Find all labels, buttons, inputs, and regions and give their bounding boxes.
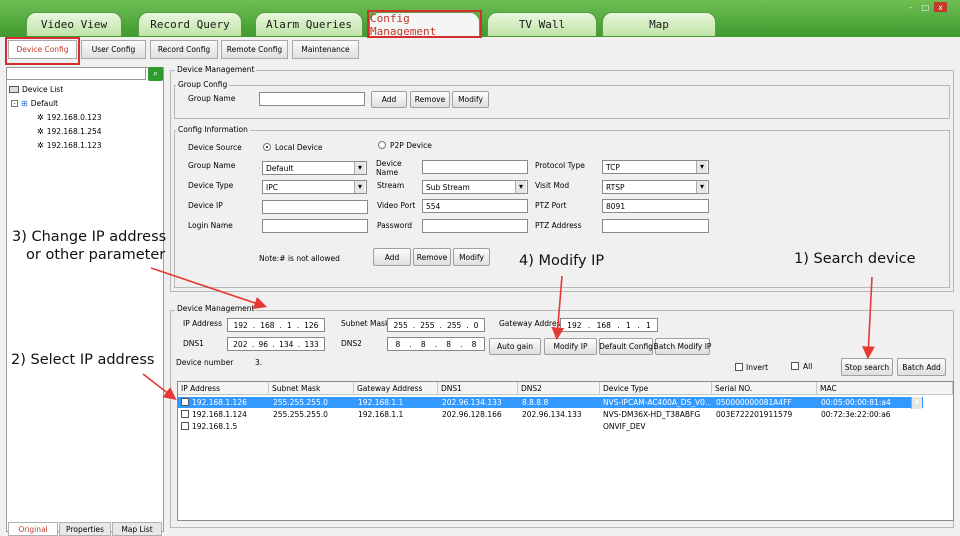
arrow-modify-ip	[551, 275, 565, 341]
annotation-select-ip: 2) Select IP address	[11, 352, 155, 368]
arrow-change-ip	[150, 267, 268, 310]
annotation-modify-ip: 4) Modify IP	[519, 253, 605, 269]
annotation-search-device: 1) Search device	[794, 251, 916, 267]
annotation-change-ip-2: or other parameter	[26, 247, 166, 263]
arrow-select-ip	[142, 373, 177, 400]
arrow-search-device	[862, 276, 875, 360]
annotation-arrows	[142, 267, 875, 400]
annotation-change-ip: 3) Change IP address	[12, 229, 167, 245]
